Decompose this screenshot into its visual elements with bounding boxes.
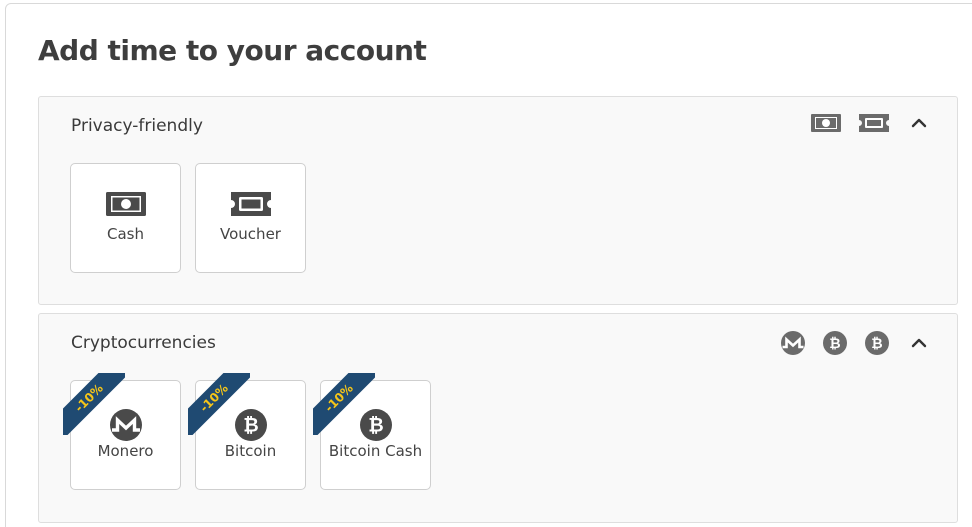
section-header-icons — [793, 114, 927, 132]
option-label: Monero — [97, 442, 154, 460]
section-header-icons: ₿ ₿ — [763, 331, 927, 355]
cash-icon — [811, 114, 841, 132]
svg-text:₿: ₿ — [829, 336, 840, 352]
payment-options: -10% Monero -10% ₿ Bitcoin -10% ₿ Bitcoi… — [63, 373, 445, 490]
section-title: Privacy-friendly — [71, 116, 203, 136]
option-monero[interactable]: -10% Monero — [63, 373, 181, 490]
voucher-icon — [196, 192, 305, 216]
payment-options: Cash Voucher — [70, 163, 320, 273]
monero-icon — [781, 331, 805, 355]
option-label: Bitcoin — [224, 442, 277, 460]
bitcoin-icon: ₿ — [196, 409, 305, 441]
option-voucher[interactable]: Voucher — [195, 163, 306, 273]
svg-text:₿: ₿ — [871, 336, 882, 352]
option-label: Cash — [107, 225, 144, 243]
page-title: Add time to your account — [38, 34, 427, 67]
option-label: Voucher — [220, 225, 281, 243]
svg-text:₿: ₿ — [243, 415, 258, 437]
section-title: Cryptocurrencies — [71, 333, 216, 353]
bitcoin-cash-icon: ₿ — [865, 331, 889, 355]
collapse-chevron-up-icon[interactable] — [911, 118, 927, 128]
option-label: Bitcoin Cash — [328, 442, 423, 460]
bitcoin-icon: ₿ — [823, 331, 847, 355]
option-bitcoin-cash[interactable]: -10% ₿ Bitcoin Cash — [313, 373, 431, 490]
svg-text:₿: ₿ — [368, 415, 383, 437]
voucher-icon — [859, 114, 889, 132]
option-bitcoin[interactable]: -10% ₿ Bitcoin — [188, 373, 306, 490]
option-cash[interactable]: Cash — [70, 163, 181, 273]
section-privacy-friendly: Privacy-friendly Cash Voucher — [38, 96, 958, 305]
bitcoin-cash-icon: ₿ — [321, 409, 430, 441]
collapse-chevron-up-icon[interactable] — [911, 338, 927, 348]
cash-icon — [71, 192, 180, 216]
monero-icon — [71, 409, 180, 441]
section-cryptocurrencies: Cryptocurrencies ₿ ₿ -10% Monero -10% ₿ … — [38, 313, 958, 523]
